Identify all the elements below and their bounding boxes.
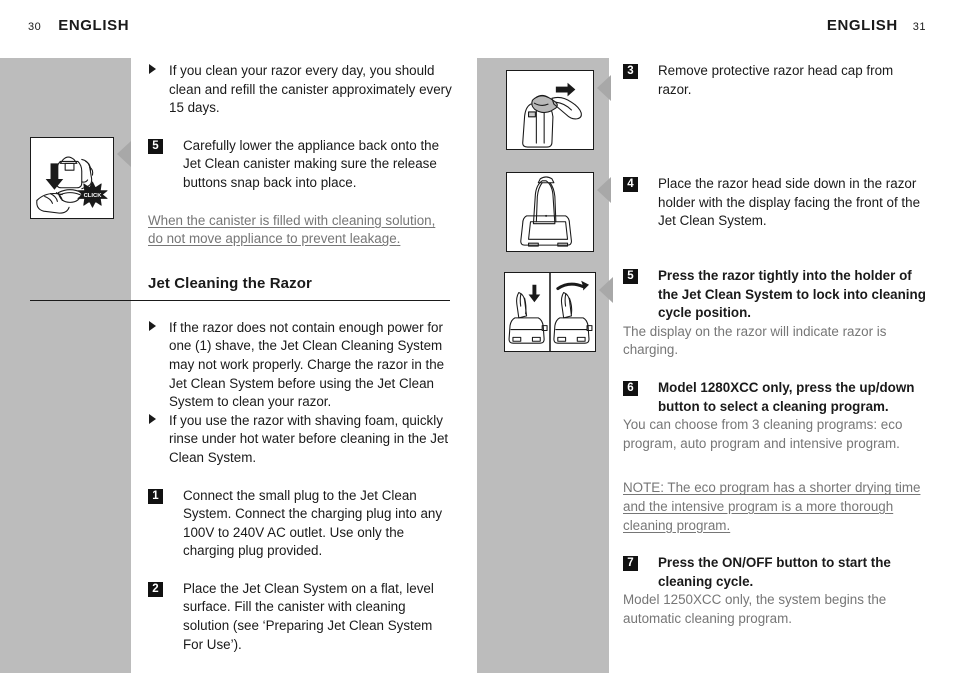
step-5-left-badge: 5 bbox=[148, 138, 163, 154]
section-heading-block: Jet Cleaning the Razor bbox=[30, 274, 453, 302]
bullet-shaving-foam: If you use the razor with shaving foam, … bbox=[148, 412, 453, 468]
note-leakage-text: When the canister is filled with cleanin… bbox=[148, 212, 436, 247]
step-7-text: Press the ON/OFF button to start the cle… bbox=[658, 555, 891, 589]
running-head-right-label: ENGLISH bbox=[826, 17, 898, 34]
step-5-left: 5 Carefully lower the appliance back ont… bbox=[148, 137, 453, 193]
step-2: 2 Place the Jet Clean System on a flat, … bbox=[148, 580, 453, 654]
cap-illustration-pointer bbox=[597, 75, 611, 101]
running-head-right: ENGLISH 31 bbox=[827, 17, 926, 34]
note-leakage-period: . bbox=[396, 231, 401, 247]
note-programs: You can choose from 3 cleaning programs:… bbox=[623, 417, 903, 451]
page-number-left: 30 bbox=[28, 21, 42, 33]
step-5-right: 5 Press the razor tightly into the holde… bbox=[623, 267, 928, 323]
bullet-cleaning-frequency-text: If you clean your razor every day, you s… bbox=[169, 63, 452, 116]
press-illustration-pointer bbox=[599, 277, 613, 303]
bullet-charge-razor: If the razor does not contain enough pow… bbox=[148, 319, 453, 412]
note-charging: The display on the razor will indicate r… bbox=[623, 323, 887, 358]
note-eco-program: NOTE: The eco program has a shorter dryi… bbox=[623, 479, 928, 535]
step-1-badge: 1 bbox=[148, 488, 163, 504]
step-4-badge: 4 bbox=[623, 177, 638, 193]
left-text-column: If you clean your razor every day, you s… bbox=[30, 62, 453, 654]
step-6-badge: 6 bbox=[623, 380, 638, 396]
section-heading-rule bbox=[30, 299, 450, 302]
step-5-left-text: Carefully lower the appliance back onto … bbox=[183, 137, 440, 190]
step-4-text: Place the razor head side down in the ra… bbox=[658, 176, 921, 229]
svg-text:CLICK: CLICK bbox=[84, 193, 103, 199]
cap-illustration bbox=[506, 70, 594, 150]
note-eco-program-text: NOTE: The eco program has a shorter dryi… bbox=[623, 480, 921, 533]
holder-illustration bbox=[506, 172, 594, 252]
bullet-shaving-foam-text: If you use the razor with shaving foam, … bbox=[169, 412, 449, 465]
running-head-left-label: ENGLISH bbox=[58, 17, 130, 34]
triangle-bullet-icon bbox=[149, 413, 156, 424]
triangle-bullet-icon bbox=[149, 320, 156, 331]
holder-illustration-pointer bbox=[597, 177, 611, 203]
triangle-bullet-icon bbox=[149, 64, 156, 74]
bullet-cleaning-frequency: If you clean your razor every day, you s… bbox=[148, 62, 453, 118]
note-eco-program-period: . bbox=[726, 517, 731, 533]
step-5-right-badge: 5 bbox=[623, 268, 638, 284]
page-number-right: 31 bbox=[912, 21, 926, 33]
right-text-column: 3 Remove protective razor head cap from … bbox=[623, 62, 928, 628]
step-7-badge: 7 bbox=[623, 556, 638, 572]
step-7: 7 Press the ON/OFF button to start the c… bbox=[623, 554, 928, 591]
step-4: 4 Place the razor head side down in the … bbox=[623, 175, 928, 231]
step-1: 1 Connect the small plug to the Jet Clea… bbox=[148, 487, 453, 561]
step-2-text: Place the Jet Clean System on a flat, le… bbox=[183, 580, 434, 652]
step-1-text: Connect the small plug to the Jet Clean … bbox=[183, 487, 443, 559]
step-2-badge: 2 bbox=[148, 581, 163, 597]
step-6-text: Model 1280XCC only, press the up/down bu… bbox=[658, 379, 915, 414]
bullet-charge-razor-text: If the razor does not contain enough pow… bbox=[169, 319, 445, 410]
note-leakage: When the canister is filled with cleanin… bbox=[148, 212, 453, 249]
step-6: 6 Model 1280XCC only, press the up/down … bbox=[623, 379, 928, 416]
step-3-text: Remove protective razor head cap from ra… bbox=[658, 63, 894, 97]
click-illustration: CLICK bbox=[30, 137, 114, 219]
note-automatic-program: Model 1250XCC only, the system begins th… bbox=[623, 592, 887, 626]
press-illustration bbox=[504, 272, 596, 352]
step-5-right-text: Press the razor tightly into the holder … bbox=[658, 267, 926, 321]
running-head-left: 30 ENGLISH bbox=[28, 17, 129, 34]
middle-gray-band bbox=[477, 58, 609, 673]
click-illustration-pointer bbox=[117, 141, 131, 167]
step-3: 3 Remove protective razor head cap from … bbox=[623, 62, 928, 99]
page-section-title: Jet Cleaning the Razor bbox=[148, 274, 312, 292]
step-3-badge: 3 bbox=[623, 64, 638, 79]
